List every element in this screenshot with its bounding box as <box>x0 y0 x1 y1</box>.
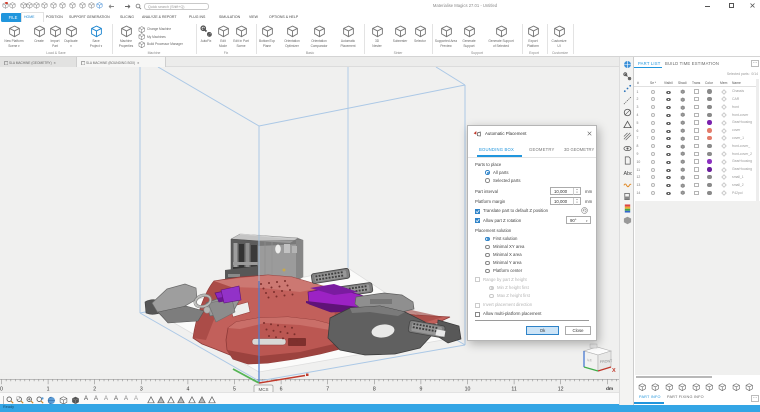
svg-text:left: left <box>587 358 592 363</box>
svg-text:Abc: Abc <box>623 171 632 177</box>
svg-text:X: X <box>612 368 616 374</box>
